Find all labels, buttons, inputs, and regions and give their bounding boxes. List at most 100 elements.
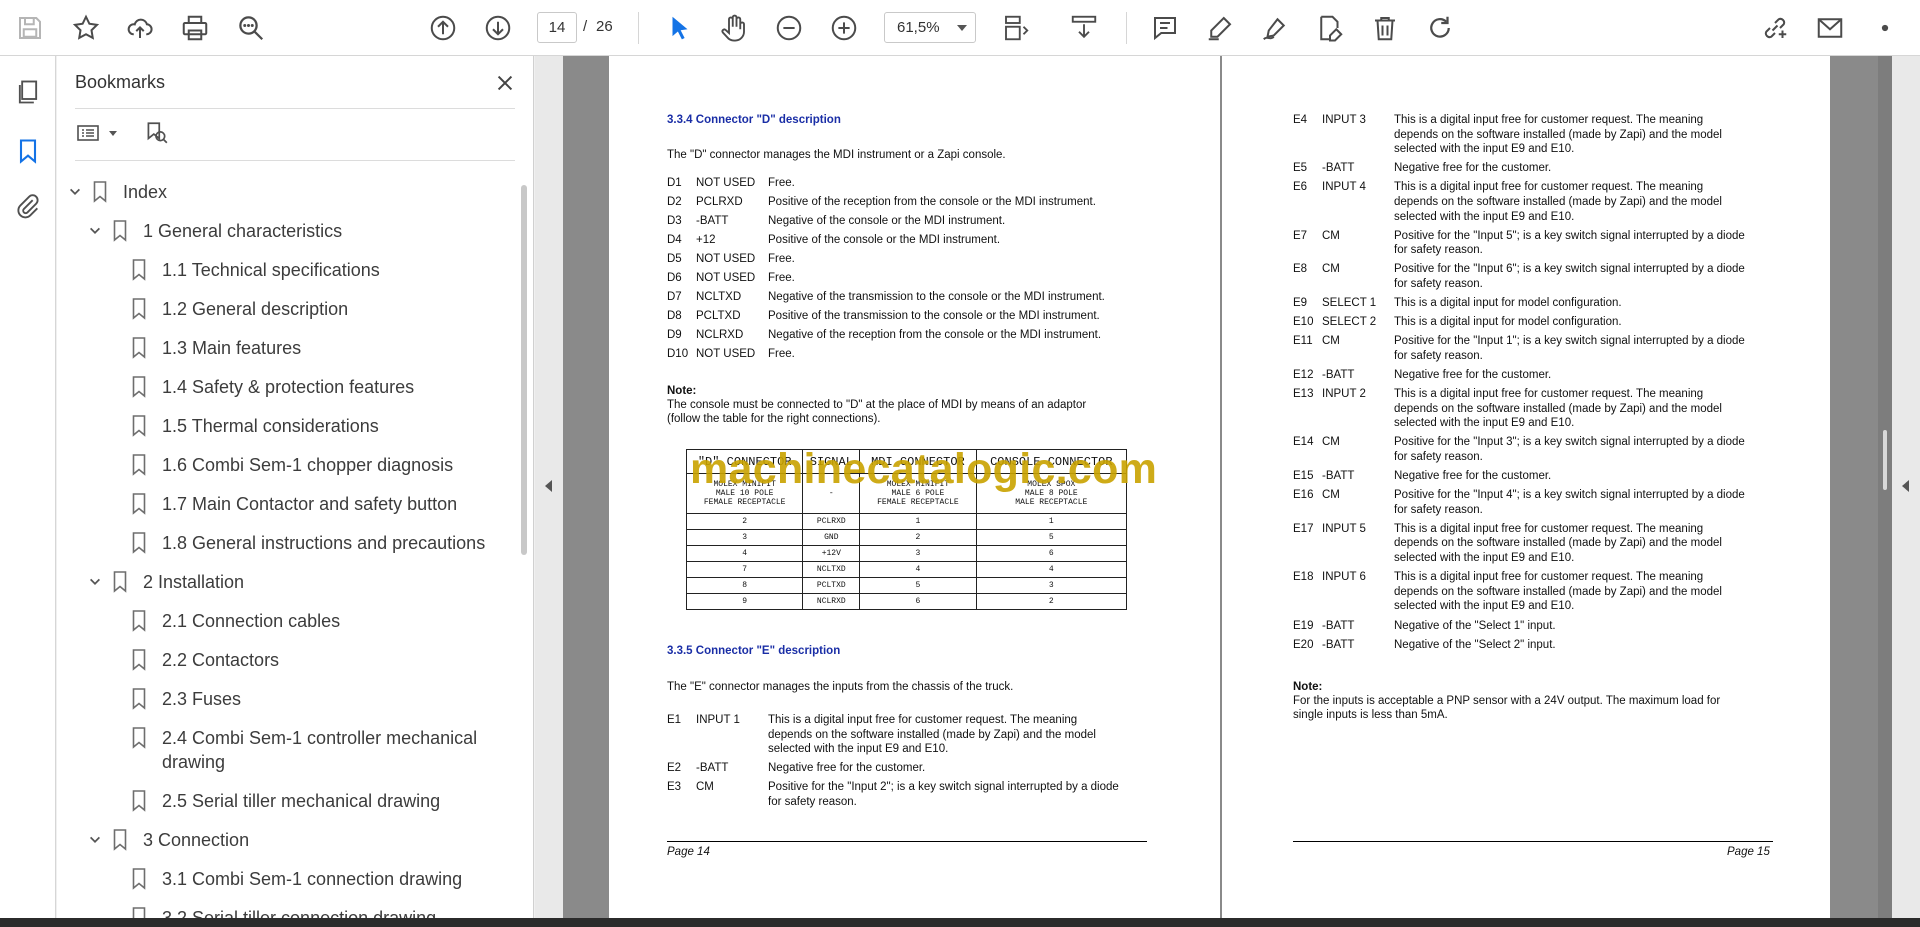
bookmark-item[interactable]: 1.3 Main features (132, 336, 512, 360)
edit-icon[interactable] (1310, 8, 1350, 48)
table-cell: 9 (685, 593, 804, 610)
bookmark-item[interactable]: 2 Installation (85, 570, 473, 594)
chevron-down-icon[interactable] (85, 219, 105, 243)
bookmark-options-button[interactable] (75, 116, 123, 150)
zoom-level-select[interactable]: 61,5% (884, 12, 976, 43)
close-icon[interactable] (490, 68, 520, 98)
page-thumbnails-icon[interactable] (8, 72, 48, 112)
pin-id: E11 (1293, 335, 1313, 348)
chevron-down-icon[interactable] (85, 570, 105, 594)
pin-id: D6 (667, 272, 682, 284)
scroll-mode-icon[interactable] (1064, 8, 1104, 48)
right-collapse-gutter[interactable] (1892, 56, 1920, 927)
page-fit-icon[interactable] (996, 8, 1036, 48)
pin-id: E17 (1293, 522, 1314, 535)
bookmark-label: 2.3 Fuses (162, 689, 242, 709)
viewer-scroll-thumb[interactable] (1883, 430, 1887, 490)
zoom-in-icon[interactable] (824, 8, 864, 48)
intro-d: The "D" connector manages the MDI instru… (667, 149, 1006, 161)
pin-description: Positive for the "Input 3"; is a key swi… (1394, 435, 1774, 464)
comment-icon[interactable] (1145, 8, 1185, 48)
more-icon[interactable] (1865, 8, 1905, 48)
page-number-input[interactable]: 14 (537, 12, 577, 43)
prev-page-icon[interactable] (423, 8, 463, 48)
bookmark-scrollbar[interactable] (521, 185, 527, 555)
description-line: for safety reason. (1394, 277, 1483, 290)
attachment-icon[interactable] (8, 186, 48, 226)
description-line: Negative of the "Select 2" input. (1394, 638, 1556, 651)
list-item: E20 -BATT Negative of the "Select 2" input… (1293, 638, 1773, 653)
bookmark-item[interactable]: 1.2 General description (132, 297, 512, 321)
pin-description: Positive for the "Input 2"; is a key swi… (768, 780, 1148, 809)
email-icon[interactable] (1810, 8, 1850, 48)
pin-signal: -BATT (696, 215, 729, 227)
highlight-icon[interactable] (1200, 8, 1240, 48)
bookmark-item[interactable]: 1.6 Combi Sem-1 chopper diagnosis (132, 453, 512, 477)
delete-icon[interactable] (1365, 8, 1405, 48)
table-cell: NCLRXD (802, 593, 861, 610)
chevron-down-icon[interactable] (85, 828, 105, 852)
select-cursor-icon[interactable] (660, 8, 700, 48)
note-line: (follow the table for the right connecti… (667, 413, 881, 425)
table-cell: 3 (975, 577, 1128, 594)
hand-icon[interactable] (714, 8, 754, 48)
bookmark-label: 3.2 Serial tiller connection drawing (162, 908, 437, 918)
zoom-search-icon[interactable] (231, 8, 271, 48)
list-item: E11 CM Positive for the "Input 1"; is a ke… (1293, 334, 1773, 363)
list-item: E15 -BATT Negative free for the customer. (1293, 469, 1773, 484)
bookmark-item[interactable]: 1.8 General instructions and precautions (132, 531, 512, 555)
bookmark-item[interactable]: 3.1 Combi Sem-1 connection drawing (132, 867, 512, 891)
bookmark-item[interactable]: 1.7 Main Contactor and safety button (132, 492, 512, 516)
left-collapse-gutter[interactable] (535, 56, 563, 927)
bookmark-item[interactable]: 3.2 Serial tiller connection drawing (132, 906, 512, 918)
pin-description: Negative free for the customer. (1394, 368, 1774, 383)
pin-signal: INPUT 5 (1322, 522, 1366, 535)
list-item: E18 INPUT 6 This is a digital input free f… (1293, 570, 1773, 614)
toolbar-divider (638, 12, 639, 44)
bookmark-icon (113, 570, 129, 594)
pin-signal: -BATT (1322, 369, 1355, 381)
description-line: depends on the software installed (made … (1394, 585, 1722, 598)
expand-right-icon[interactable] (1902, 480, 1909, 492)
sign-icon[interactable] (1255, 8, 1295, 48)
pin-id: D7 (667, 291, 682, 303)
bookmark-item[interactable]: 2.4 Combi Sem-1 controller mechanical (132, 726, 512, 750)
panel-title: Bookmarks (75, 72, 166, 92)
upload-icon[interactable] (120, 8, 160, 48)
share-link-icon[interactable] (1755, 8, 1795, 48)
bookmark-item[interactable]: 1.4 Safety & protection features (132, 375, 512, 399)
zoom-out-icon[interactable] (769, 8, 809, 48)
bookmark-item[interactable]: 2.3 Fuses (132, 687, 512, 711)
bookmark-item[interactable]: 3 Connection (85, 828, 473, 852)
print-icon[interactable] (175, 8, 215, 48)
bookmark-item[interactable]: 1.5 Thermal considerations (132, 414, 512, 438)
viewer-scrollbar[interactable] (1878, 56, 1892, 927)
rotate-icon[interactable] (1420, 8, 1460, 48)
collapse-left-icon[interactable] (545, 480, 552, 492)
pin-description: This is a digital input for model config… (1394, 315, 1774, 330)
save-icon[interactable] (10, 8, 50, 48)
bookmark-item[interactable]: 1.1 Technical specifications (132, 258, 512, 282)
bookmark-label: 1.1 Technical specifications (162, 260, 380, 280)
bookmark-item[interactable]: Index (65, 180, 453, 204)
pin-id: E8 (1293, 263, 1308, 276)
description-line: Positive for the "Input 5"; is a key swi… (1394, 229, 1745, 242)
list-options-icon (77, 125, 99, 141)
pin-signal: -BATT (1322, 470, 1355, 483)
bookmark-item[interactable]: 2.2 Contactors (132, 648, 512, 672)
pin-signal: NOT USED (696, 348, 756, 360)
next-page-icon[interactable] (478, 8, 518, 48)
chevron-down-icon[interactable] (65, 180, 85, 204)
list-item: E6 INPUT 4 This is a digital input free fo… (1293, 180, 1773, 224)
bookmark-icon (132, 258, 148, 282)
bookmark-item[interactable]: 2.1 Connection cables (132, 609, 512, 633)
bookmark-item[interactable]: 2.5 Serial tiller mechanical drawing (132, 789, 512, 813)
bookmarks-icon[interactable] (8, 131, 48, 171)
find-bookmark-button[interactable] (139, 116, 173, 150)
table-cell: 3 (685, 529, 804, 546)
star-icon[interactable] (66, 8, 106, 48)
pin-id: D8 (667, 310, 682, 322)
bookmark-item[interactable]: 1 General characteristics (85, 219, 473, 243)
list-item: D7 NCLTXD Negative of the transmission to … (667, 290, 1147, 305)
pin-signal: INPUT 3 (1322, 114, 1366, 126)
